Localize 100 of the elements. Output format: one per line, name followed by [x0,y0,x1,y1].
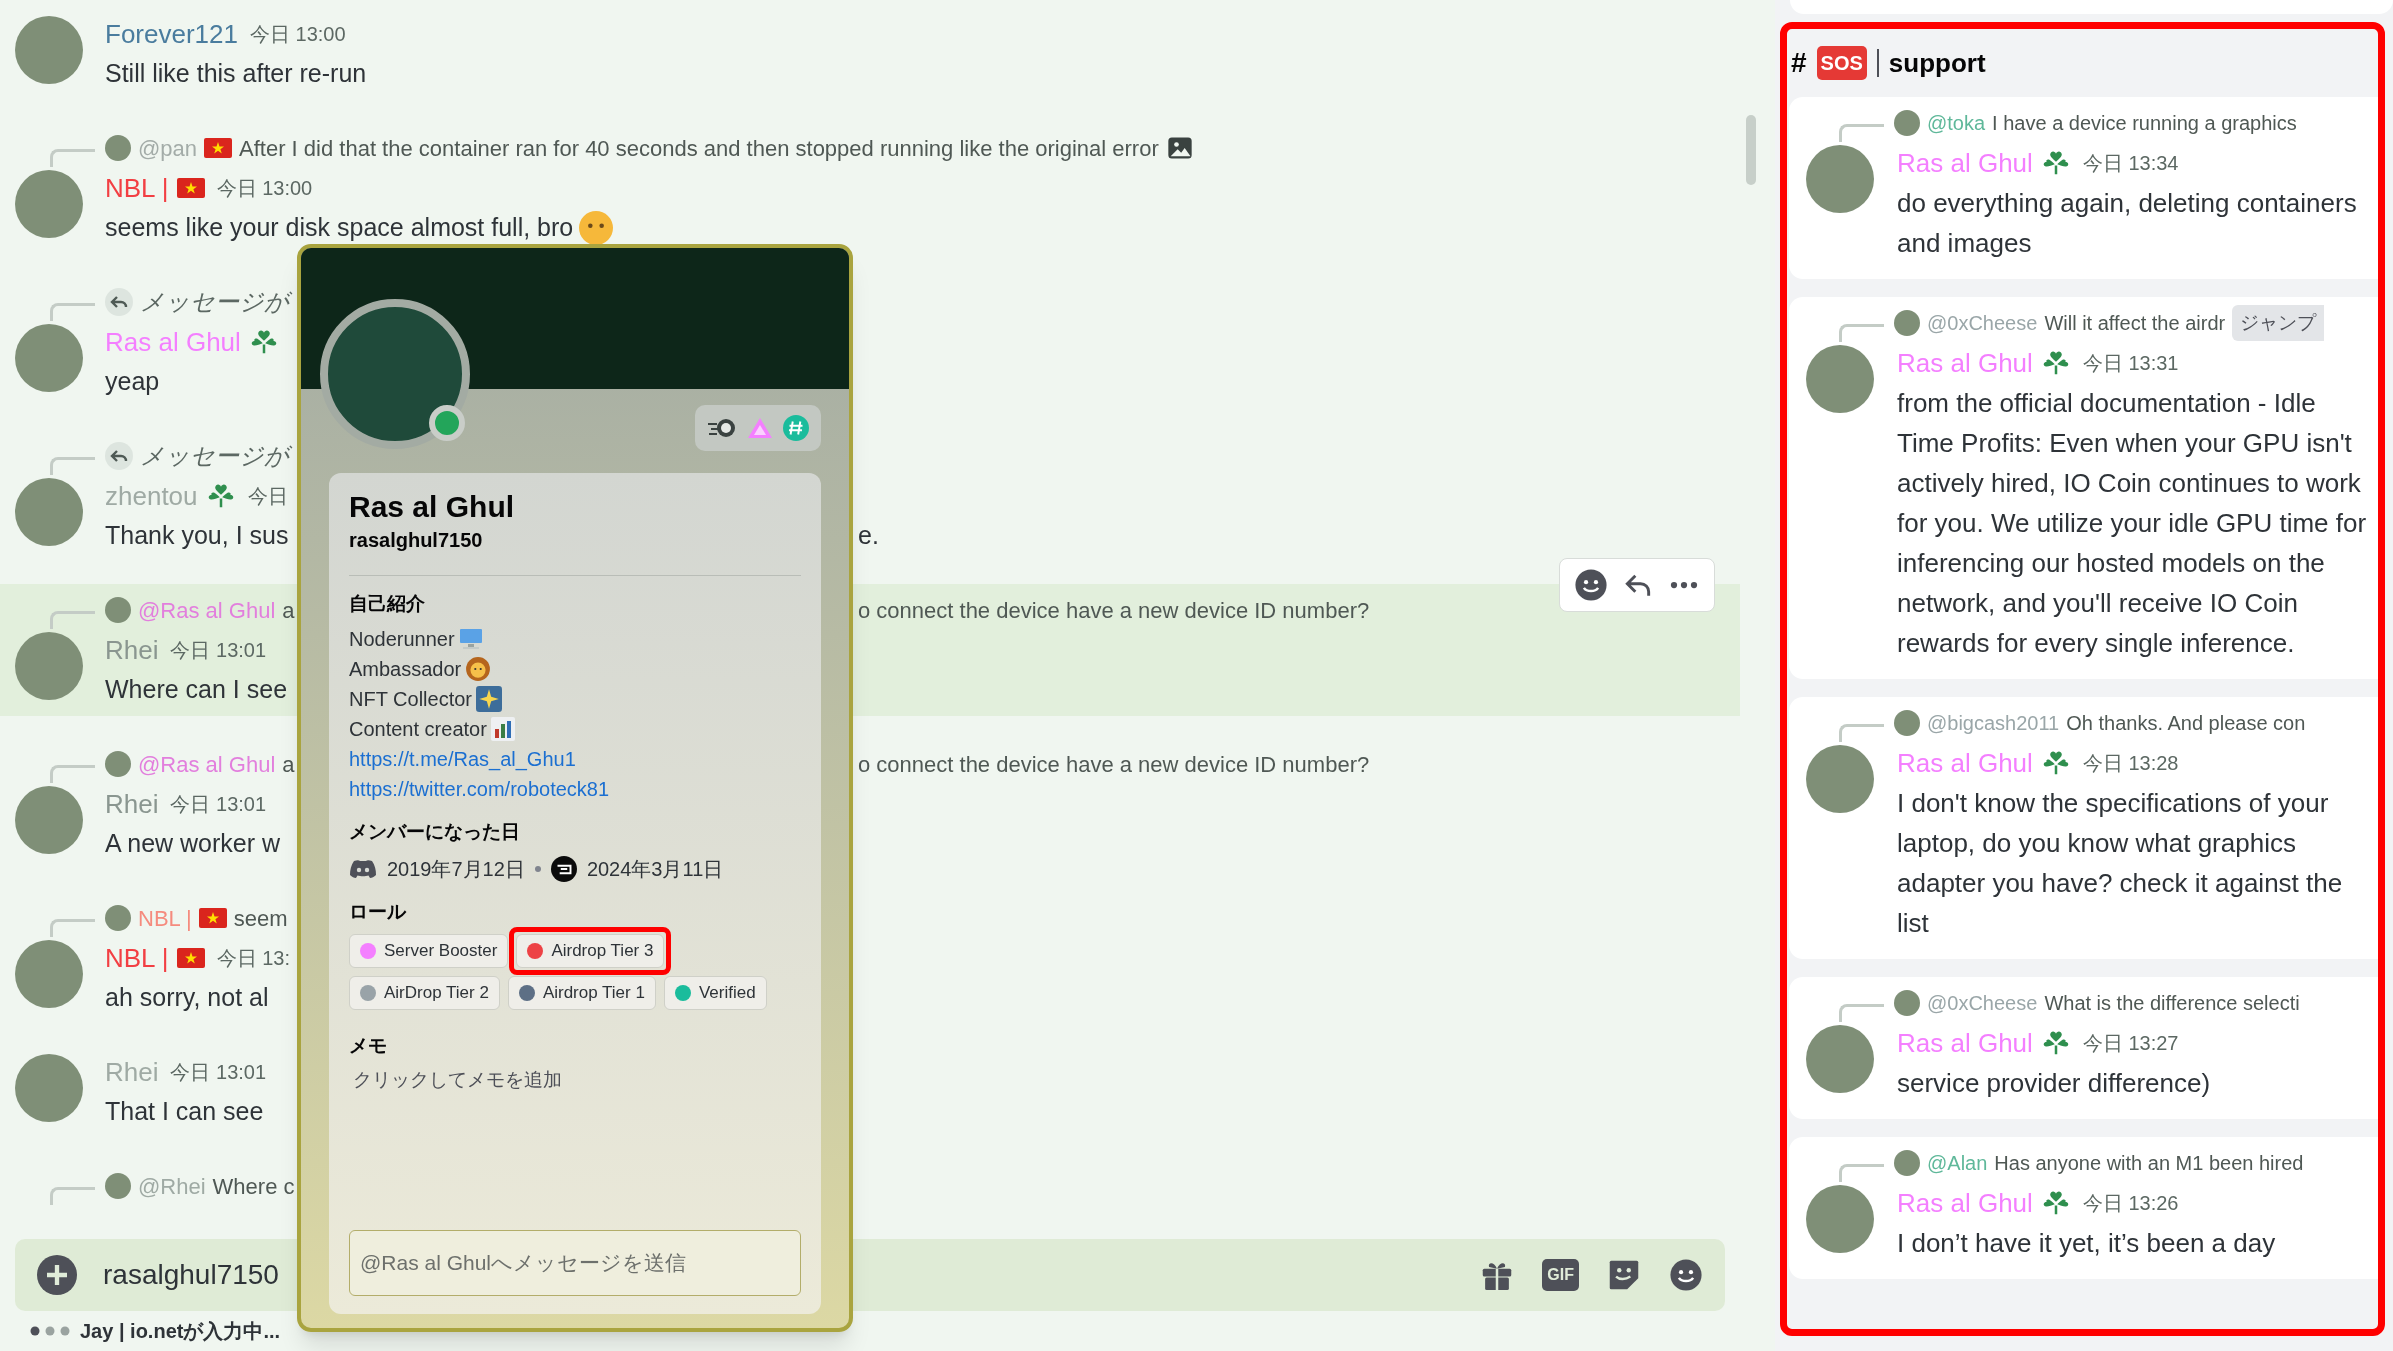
typing-indicator-icon [30,1326,70,1336]
timestamp: 今日 [247,484,288,509]
discord-logo-icon [349,859,377,879]
username[interactable]: Ras al Ghul [1897,143,2033,183]
speed-badge-icon[interactable] [707,416,737,440]
reply-mention[interactable]: @Rhei [138,1169,206,1203]
reply-connector [1839,124,1884,142]
reply-mention[interactable]: @0xCheese [1927,308,2038,338]
reply-preview[interactable]: Oh thanks. And please con [2066,708,2306,738]
timestamp: 今日 13:27 [2082,1031,2179,1056]
message-text: A new worker w [105,828,281,860]
username[interactable]: Ras al Ghul [105,322,241,362]
message-text: seems like your disk space almost full, bro [105,212,574,244]
profile-link[interactable]: https://t.me/Ras_al_Ghu1 [349,744,576,774]
reply-preview[interactable]: Where c [212,1169,295,1203]
gif-button[interactable]: GIF [1542,1259,1579,1291]
reply-preview[interactable]: a [282,593,295,627]
timestamp: 今日 13:26 [2082,1191,2179,1216]
jump-button[interactable]: ジャンプ [2232,305,2325,341]
reply-connector [50,765,95,783]
reply-mention[interactable]: NBL | [138,901,192,935]
lion-icon [465,656,492,682]
role-tag[interactable]: Server Booster [349,934,509,968]
reply-mention[interactable]: @pan [138,131,198,165]
plus-icon[interactable] [37,1255,77,1295]
emoji-icon[interactable] [1669,1258,1703,1292]
timestamp: 今日 13:00 [216,176,313,201]
avatar [105,751,131,777]
monitor-icon [458,628,483,650]
username[interactable]: zhentou [105,476,198,516]
profile-link[interactable]: https://twitter.com/roboteck81 [349,774,610,804]
reply-connector [50,611,95,629]
role-tag[interactable]: Airdrop Tier 1 [507,976,656,1010]
username: rasalghul7150 [349,528,484,553]
role-tag[interactable]: Airdrop Tier 3 [516,934,665,968]
message-text: Still like this after re-run [105,58,367,90]
username[interactable]: Ras al Ghul [1897,1023,2033,1063]
avatar [1894,110,1920,136]
reply-mention[interactable]: @bigcash2011 [1927,708,2060,738]
message-text: That I can see [105,1096,264,1128]
avatar [105,905,131,931]
join-date: 2024年3月11日 [586,857,724,882]
message-text: service provider difference) [1897,1067,2212,1100]
channel-badge: SOS [1816,46,1867,80]
channel-hash: # [1791,46,1807,80]
display-name: Ras al Ghul [349,489,516,525]
message-text: Where can I see [105,674,288,706]
avatar [1894,310,1920,336]
reply-connector [1839,324,1884,342]
channel-name: support [1888,46,1986,80]
reply-connector [50,303,95,321]
username[interactable]: Rhei [105,630,159,670]
reply-connector [50,919,95,937]
reply-mention[interactable]: @0xCheese [1927,988,2038,1018]
role-tag[interactable]: AirDrop Tier 2 [349,976,500,1010]
reply-mention[interactable]: @Alan [1927,1148,1988,1178]
avatar [105,1173,131,1199]
username[interactable]: Ras al Ghul [1897,343,2033,383]
bar-chart-icon [490,717,515,741]
reply-connector [50,149,95,167]
section-heading: 自己紹介 [349,592,426,616]
reply-mention[interactable]: @Ras al Ghul [138,593,276,627]
reply-mention[interactable]: @toka [1927,108,1986,138]
username[interactable]: Rhei [105,1052,159,1092]
timestamp: 今日 13: [216,946,290,971]
reply-preview[interactable]: Will it affect the airdr [2044,308,2226,338]
bio-line: Noderunner [349,627,455,652]
message-text: I don’t have it yet, it’s been a day [1897,1227,2277,1260]
timestamp: 今日 13:00 [249,22,346,47]
more-icon[interactable] [1668,580,1700,590]
username[interactable]: Rhei [105,784,159,824]
reply-preview[interactable]: After I did that the container ran for 40 seconds and then stopped running like the original error [239,131,1159,165]
reply-preview[interactable]: o connect the device have a new device ID number? [858,747,1370,781]
reply-preview[interactable]: seem [233,901,288,935]
avatar [1894,710,1920,736]
message-text: Thank you, I sus [105,520,289,552]
username[interactable]: Ras al Ghul [1897,1183,2033,1223]
reply-preview[interactable]: o connect the device have a new device ID number? [858,593,1370,627]
username[interactable]: Ras al Ghul [1897,743,2033,783]
scrollbar[interactable] [1746,115,1756,185]
message-text: from the official documentation - Idle Time Profits: Even when your GPU isn't actively hired, IO Coin continues to work for you. We utilize your idle GPU time for inferencing our hosted models on the network, and you'll receive IO Coin rewards for every single inference. [1897,387,2368,660]
username[interactable]: NBL | [105,938,169,978]
username[interactable]: Forever121 [105,14,238,54]
timestamp: 今日 13:01 [170,1060,267,1085]
message-field[interactable]: @Ras al Ghulへメッセージを送信 [349,1230,801,1296]
memo-field[interactable]: クリックしてメモを追加 [353,1066,653,1095]
reply-connector [50,1187,95,1205]
username[interactable]: NBL | [105,168,169,208]
reply-preview[interactable]: a [282,747,295,781]
reply-mention[interactable]: @Ras al Ghul [138,747,276,781]
reply-preview[interactable]: Has anyone with an M1 been hired [1994,1148,2304,1178]
message-text: I don't know the specifications of your laptop, do you know what graphics adapter you have? check it against the list [1897,787,2344,940]
avatar [1894,1150,1920,1176]
message-text: yeap [105,366,160,398]
emoji-icon[interactable] [1574,568,1608,602]
reply-preview[interactable]: What is the difference selecti [2044,988,2300,1018]
avatar [105,597,131,623]
reply-preview[interactable]: I have a device running a graphics [1992,108,2297,138]
message-text: e. [858,520,879,552]
role-tag[interactable]: Verified [663,976,767,1010]
